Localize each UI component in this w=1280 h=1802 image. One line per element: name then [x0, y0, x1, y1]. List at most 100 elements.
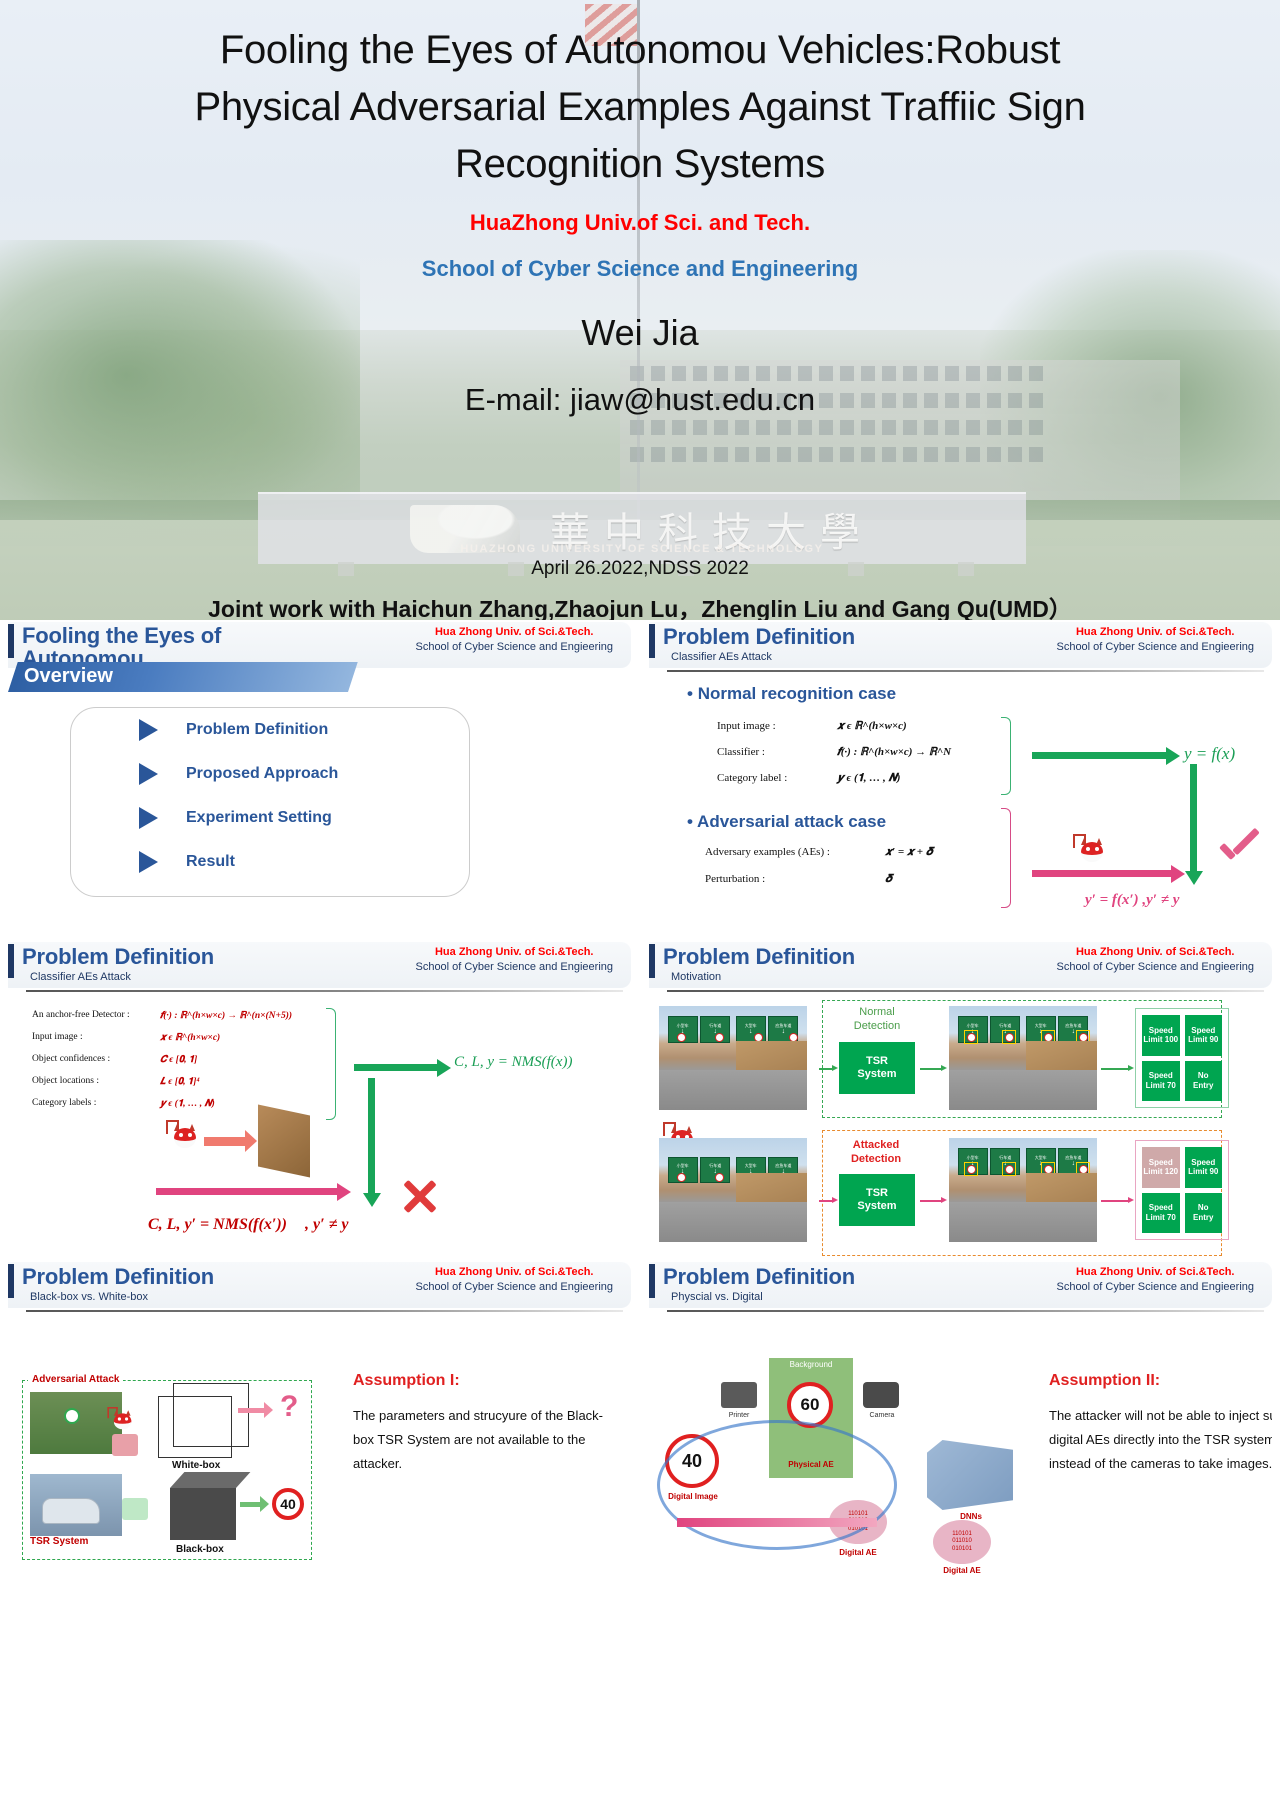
eq-label: Category label :	[717, 772, 788, 784]
white-box-cube-icon	[158, 1383, 249, 1458]
adversarial-case-equations: Adversary examples (AEs) : 𝒙′ = 𝒙 + 𝜹 Per…	[705, 846, 1015, 886]
input-road-image-normal: 小型车 ↓ 行车道 ↓ 大型车 ↓ 应急车道 ↓	[659, 1006, 807, 1110]
org-university: Hua Zhong Univ. of Sci.&Tech.	[434, 626, 594, 638]
eq-label: Input image :	[32, 1032, 83, 1042]
eq-value: 𝑳 ϵ [𝟎, 𝟏]⁴	[160, 1077, 200, 1087]
org-school: School of Cyber Science and Engieering	[1056, 961, 1254, 973]
normal-result-equation: y = f(x)	[1184, 744, 1236, 763]
eq-value: 𝜹	[885, 873, 892, 885]
assumption-title: Assumption II:	[1049, 1372, 1161, 1389]
slide-header: Problem Definition Hua Zhong Univ. of Sc…	[8, 1262, 631, 1308]
green-arrow-head-icon	[260, 1496, 269, 1512]
title-line-3: Recognition Systems	[454, 141, 826, 186]
pink-arrow	[156, 1183, 351, 1201]
slide-header: Problem Definition Hua Zhong Univ. of Sc…	[649, 942, 1272, 988]
title-line-2: Physical Adversarial Examples Against Tr…	[194, 84, 1086, 129]
question-mark-icon: ?	[280, 1390, 299, 1423]
org-school: School of Cyber Science and Engieering	[415, 641, 613, 653]
school-name: School of Cyber Science and Engineering	[421, 256, 859, 282]
title-line-1: Fooling the Eyes of Autonomou Vehicles:R…	[219, 28, 1061, 72]
overview-list-box: Problem Definition Proposed Approach Exp…	[70, 707, 470, 897]
result-chip: Speed Limit 70	[1142, 1060, 1180, 1101]
eq-value: 𝒚 ϵ (𝟏, … , 𝑵)	[837, 772, 901, 784]
overview-item-result[interactable]: Result	[71, 840, 469, 884]
result-chip: No Entry	[1184, 1192, 1222, 1233]
tsr-system-label: TSR System	[30, 1536, 89, 1547]
slide-title: Problem Definition	[663, 944, 855, 969]
slide-subtitle: Classifier AEs Attack	[671, 651, 772, 663]
org-school: School of Cyber Science and Engieering	[415, 1281, 613, 1293]
eq-label: Object confidences :	[32, 1054, 111, 1064]
slide-subtitle: Motivation	[671, 971, 722, 983]
slide-physical-digital[interactable]: Problem Definition Hua Zhong Univ. of Sc…	[649, 1262, 1272, 1802]
assumption-2-block: Assumption II: The attacker will not be …	[1049, 1372, 1272, 1476]
org-university: Hua Zhong Univ. of Sci.&Tech.	[434, 946, 594, 958]
attacked-detection-label: Attacked Detection	[850, 1139, 902, 1166]
salmon-arrow-head-icon	[245, 1130, 257, 1152]
eq-label: Object locations :	[32, 1076, 100, 1086]
university-name: HuaZhong Univ.of Sci. and Tech.	[469, 210, 811, 236]
input-road-image-attacked: 小型车 ↓ 行车道 ↓ 大型车 ↓ 应急车道 ↓	[659, 1138, 807, 1242]
checkmark-icon	[1217, 832, 1261, 872]
green-down-arrow	[1185, 764, 1203, 885]
salmon-arrow	[204, 1137, 246, 1146]
devil-icon	[107, 1407, 134, 1431]
assumption-body: The parameters and strucyure of the Blac…	[353, 1408, 604, 1472]
slide-detector-aes-attack[interactable]: Problem Definition Hua Zhong Univ. of Sc…	[8, 942, 631, 1262]
header-rule	[26, 1310, 623, 1312]
pink-mini-arrow	[819, 1197, 838, 1203]
header-rule	[26, 990, 623, 992]
overview-item-proposed-approach[interactable]: Proposed Approach	[71, 752, 469, 796]
org-university: Hua Zhong Univ. of Sci.&Tech.	[434, 1266, 594, 1278]
green-mini-arrow	[920, 1065, 947, 1071]
eq-value: 𝒙′ = 𝒙 + 𝜹	[885, 846, 933, 858]
sign-marker-icon	[64, 1408, 80, 1424]
slide-motivation[interactable]: Problem Definition Hua Zhong Univ. of Sc…	[649, 942, 1272, 1262]
slide-grid: Fooling the Eyes of Autonomou Hua Zhong …	[0, 620, 1280, 1802]
attacked-nms-suffix: , y′ ≠ y	[304, 1216, 349, 1233]
overview-banner-label: Overview	[24, 665, 113, 687]
normal-case-equations: Input image : 𝒙 ϵ ℝ^(h×w×c) Classifier : 𝒇…	[717, 720, 1007, 785]
bitstream-icon	[122, 1498, 148, 1520]
org-block: Hua Zhong Univ. of Sci.&Tech. School of …	[1056, 626, 1254, 653]
eq-value: 𝒇(·) : ℝ^(h×w×c) → ℝ^(n×(N+5))	[160, 1011, 293, 1021]
org-block: Hua Zhong Univ. of Sci.&Tech. School of …	[1056, 1266, 1254, 1293]
green-mini-arrow	[819, 1065, 838, 1071]
green-down-arrow	[363, 1078, 381, 1207]
normal-detection-label: Normal Detection	[853, 1006, 901, 1032]
eq-label: Classifier :	[717, 746, 765, 758]
tsr-system-box-normal: TSR System	[839, 1042, 915, 1094]
detector-equations: An anchor-free Detector : 𝒇(·) : ℝ^(h×w×c…	[32, 1010, 332, 1109]
slide-title: Problem Definition	[22, 1264, 214, 1289]
result-chip: Speed Limit 100	[1142, 1015, 1180, 1056]
slide-header: Problem Definition Hua Zhong Univ. of Sc…	[8, 942, 631, 988]
dnns-label: DNNs	[960, 1512, 982, 1521]
org-block: Hua Zhong Univ. of Sci.&Tech. School of …	[1056, 946, 1254, 973]
attacked-result-chips: Speed Limit 120 Speed Limit 90 Speed Limit …	[1135, 1140, 1229, 1240]
slide-title: Problem Definition	[22, 944, 214, 969]
black-box-label: Black-box	[176, 1544, 224, 1555]
bitstream-icon-right: 110101 011010 010101	[933, 1520, 991, 1564]
slide-blackbox-whitebox[interactable]: Problem Definition Hua Zhong Univ. of Sc…	[8, 1262, 631, 1802]
triangle-bullet-icon	[139, 807, 158, 829]
adversarial-result-equation: y′ = f(x′) ,y′ ≠ y	[1085, 892, 1180, 908]
slide-overview[interactable]: Fooling the Eyes of Autonomou Hua Zhong …	[8, 622, 631, 942]
normal-result-chips: Speed Limit 100 Speed Limit 90 Speed Limit …	[1135, 1008, 1229, 1108]
green-arrow	[1032, 747, 1180, 765]
normal-nms-equation: C, L, y = NMS(f(x))	[454, 1054, 573, 1070]
slide-classifier-aes-attack[interactable]: Problem Definition Hua Zhong Univ. of Sc…	[649, 622, 1272, 942]
pink-arrow-head-icon	[264, 1402, 273, 1418]
signboard-english-text: HUAZHONG UNIVERSITY OF SCIENCE & TECHNOL…	[460, 543, 824, 555]
green-arrow	[354, 1059, 451, 1077]
slide-subtitle: Black-box vs. White-box	[30, 1291, 148, 1303]
result-chip: Speed Limit 70	[1142, 1192, 1180, 1233]
cross-icon	[400, 1176, 440, 1216]
adversarial-attack-label: Adversarial Attack	[28, 1374, 124, 1385]
eq-value: 𝑪 ϵ [𝟎, 𝟏]	[160, 1055, 198, 1065]
slide-title: Problem Definition	[663, 1264, 855, 1289]
eq-label: Perturbation :	[705, 873, 766, 885]
overview-item-problem-definition[interactable]: Problem Definition	[71, 708, 469, 752]
triangle-bullet-icon	[139, 719, 158, 741]
title-slide: 華中科技大學 HUAZHONG UNIVERSITY OF SCIENCE & …	[0, 0, 1280, 620]
overview-item-experiment-setting[interactable]: Experiment Setting	[71, 796, 469, 840]
